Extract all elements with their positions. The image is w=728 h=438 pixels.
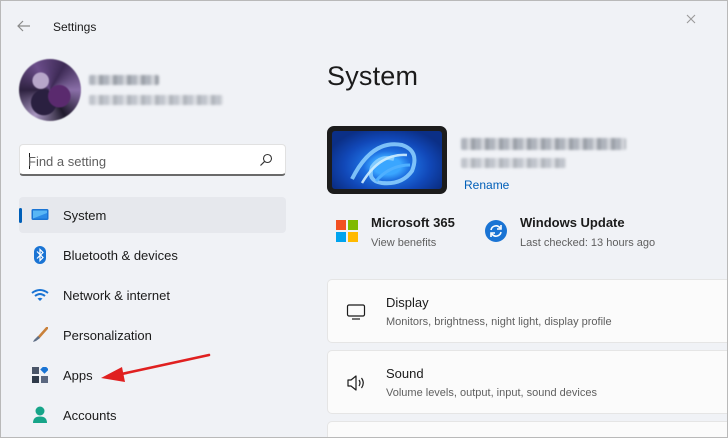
sidebar-item-label: System — [63, 208, 107, 223]
quick-link-subtitle: Last checked: 13 hours ago — [520, 237, 656, 249]
sidebar-item-label: Accounts — [63, 408, 117, 423]
display-icon — [346, 304, 366, 320]
app-title: Settings — [53, 20, 97, 34]
title-bar: Settings — [1, 1, 727, 45]
settings-window: Settings System — [0, 0, 728, 438]
quick-link-title: Microsoft 365 — [371, 215, 455, 230]
close-button[interactable] — [683, 11, 699, 27]
sidebar-item-network[interactable]: Network & internet — [19, 277, 286, 313]
search-input[interactable] — [28, 151, 248, 171]
sidebar-item-accounts[interactable]: Accounts — [19, 397, 286, 433]
rename-link[interactable]: Rename — [464, 178, 509, 192]
sidebar-item-system[interactable]: System — [19, 197, 286, 233]
sidebar-item-label: Bluetooth & devices — [63, 248, 178, 263]
card-title: Display — [386, 295, 429, 310]
wallpaper-preview — [332, 131, 442, 189]
sidebar-item-label: Apps — [63, 368, 93, 383]
back-button[interactable] — [13, 15, 35, 37]
quick-link-subtitle: View benefits — [371, 237, 437, 249]
sidebar-item-personalization[interactable]: Personalization — [19, 317, 286, 353]
sidebar-nav: System Bluetooth & devices Network & int… — [19, 197, 286, 437]
close-icon — [686, 14, 696, 24]
card-subtitle: Monitors, brightness, night light, displ… — [386, 316, 612, 328]
profile-name — [89, 75, 159, 85]
microsoft-365-link[interactable]: Microsoft 365 View benefits — [335, 213, 475, 253]
card-title: Sound — [386, 366, 424, 381]
sidebar-item-label: Network & internet — [63, 288, 170, 303]
brush-icon — [31, 326, 49, 344]
microsoft-logo-icon — [336, 220, 358, 242]
accounts-icon — [31, 406, 49, 424]
user-avatar[interactable] — [19, 59, 81, 121]
next-card[interactable] — [327, 421, 727, 437]
windows-update-link[interactable]: Windows Update Last checked: 13 hours ag… — [484, 213, 684, 253]
back-arrow-icon — [17, 20, 30, 32]
sound-card[interactable]: Sound Volume levels, output, input, soun… — [327, 350, 727, 414]
display-card[interactable]: Display Monitors, brightness, night ligh… — [327, 279, 727, 343]
bluetooth-icon — [31, 246, 49, 264]
device-name — [461, 138, 626, 150]
annotation-arrow — [101, 353, 211, 382]
page-title: System — [327, 61, 419, 91]
windows-update-icon — [485, 220, 507, 242]
device-model — [461, 158, 566, 168]
search-icon[interactable] — [259, 153, 273, 167]
apps-icon — [31, 366, 49, 384]
wifi-icon — [31, 286, 49, 304]
sidebar-item-label: Personalization — [63, 328, 152, 343]
system-monitor-icon — [31, 206, 49, 224]
sidebar-item-bluetooth[interactable]: Bluetooth & devices — [19, 237, 286, 273]
profile-email — [89, 95, 223, 105]
speaker-icon — [347, 375, 364, 391]
quick-link-title: Windows Update — [520, 215, 625, 230]
device-thumbnail — [327, 126, 447, 194]
search-box[interactable] — [19, 144, 286, 176]
card-subtitle: Volume levels, output, input, sound devi… — [386, 387, 597, 399]
